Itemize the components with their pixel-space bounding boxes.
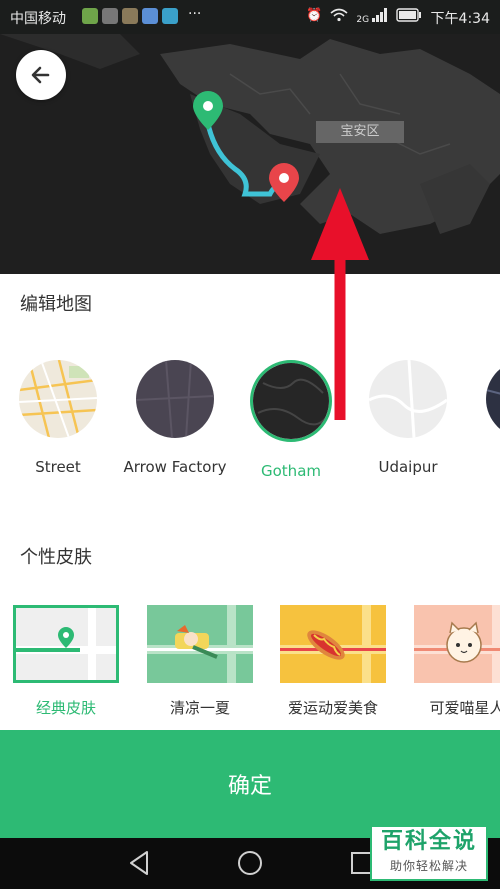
wifi-icon bbox=[330, 8, 348, 26]
wechat-notification-icon bbox=[82, 8, 98, 24]
network-type: 2G bbox=[356, 15, 370, 25]
arrow-factory-style-thumbnail bbox=[136, 360, 214, 438]
notification-icons bbox=[82, 8, 178, 24]
edit-map-title: 编辑地图 bbox=[20, 294, 92, 315]
map-style-street[interactable]: Street bbox=[0, 360, 123, 476]
back-button[interactable] bbox=[16, 50, 66, 100]
skin-label: 经典皮肤 bbox=[35, 699, 96, 717]
clock: 下午4:34 bbox=[430, 11, 490, 27]
store-notification-icon bbox=[162, 8, 178, 24]
system-icons: ⏰ 2G bbox=[306, 8, 422, 26]
map-style-list[interactable]: Street Arrow Factory Gotham Udaipur T bbox=[0, 360, 500, 490]
t-style-thumbnail bbox=[486, 360, 500, 438]
confirm-button[interactable]: 确定 bbox=[0, 730, 500, 838]
map-canvas bbox=[0, 34, 500, 274]
skin-sports-food[interactable]: 爱运动爱美食 bbox=[280, 605, 386, 718]
street-style-thumbnail bbox=[19, 360, 97, 438]
nav-back-icon[interactable] bbox=[130, 851, 148, 875]
map-style-label: Gotham bbox=[261, 462, 321, 480]
map-style-arrow-factory[interactable]: Arrow Factory bbox=[110, 360, 240, 476]
classic-skin-preview bbox=[13, 605, 119, 683]
udaipur-style-thumbnail bbox=[369, 360, 447, 438]
cool-summer-skin-preview bbox=[147, 605, 253, 683]
red-arrow-annotation bbox=[311, 188, 369, 420]
watermark-subtitle: 助你轻松解决 bbox=[389, 859, 468, 873]
skins-title: 个性皮肤 bbox=[20, 547, 92, 568]
skin-label: 清凉一夏 bbox=[169, 699, 230, 717]
skin-label: 爱运动爱美食 bbox=[287, 699, 378, 717]
cute-cat-skin-preview bbox=[414, 605, 500, 683]
carrier-name: 中国移动 bbox=[10, 11, 66, 27]
skin-classic[interactable]: 经典皮肤 bbox=[13, 605, 119, 718]
media-notification-icon bbox=[102, 8, 118, 24]
skin-cool-summer[interactable]: 清凉一夏 bbox=[147, 605, 253, 718]
map-style-label: Street bbox=[35, 458, 81, 476]
more-notifications-icon: ··· bbox=[188, 6, 202, 22]
map-style-label: T bbox=[460, 458, 500, 476]
map-preview[interactable]: 宝安区 bbox=[0, 34, 500, 274]
baike-watermark-logo: 百科全说 助你轻松解决 bbox=[370, 825, 488, 881]
nav-home-icon[interactable] bbox=[238, 851, 262, 875]
map-district-label: 宝安区 bbox=[316, 121, 404, 143]
watermark-title: 百科全说 bbox=[380, 829, 477, 854]
sports-food-skin-preview bbox=[280, 605, 386, 683]
alarm-icon: ⏰ bbox=[306, 8, 323, 23]
skin-label: 可爱喵星人 bbox=[429, 699, 500, 717]
map-style-label: Arrow Factory bbox=[123, 458, 227, 476]
map-style-label: Udaipur bbox=[378, 458, 438, 476]
nav-recents-icon[interactable] bbox=[351, 852, 373, 874]
skin-list[interactable]: 经典皮肤 清凉一夏 爱运动爱美食 可爱喵星人 bbox=[0, 605, 500, 725]
back-arrow-icon bbox=[31, 66, 50, 84]
game-notification-icon bbox=[122, 8, 138, 24]
qq-notification-icon bbox=[142, 8, 158, 24]
map-style-t[interactable]: T bbox=[460, 360, 500, 476]
skin-cute-cat[interactable]: 可爱喵星人 bbox=[414, 605, 500, 718]
battery-icon bbox=[396, 8, 422, 26]
status-bar: 中国移动 ··· ⏰ 2G 下午4:34 bbox=[0, 0, 500, 34]
signal-icon: 2G bbox=[356, 8, 388, 26]
